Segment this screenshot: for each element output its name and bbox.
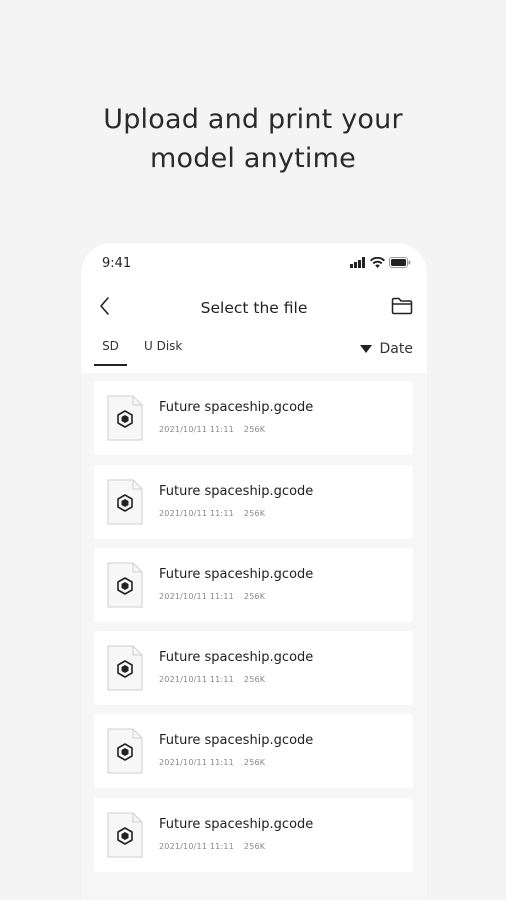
file-name: Future spaceship.gcode — [159, 567, 314, 582]
file-size: 256K — [243, 425, 266, 434]
file-list-item[interactable]: Future spaceship.gcode 2021/10/11 11:11 25… — [94, 714, 413, 788]
gcode-file-icon — [107, 395, 143, 441]
file-list-item[interactable]: Future spaceship.gcode 2021/10/11 11:11 25… — [94, 548, 413, 622]
file-meta: 2021/10/11 11:11 256K — [159, 425, 275, 434]
tab-u-disk-label: U Disk — [144, 339, 183, 353]
file-meta: 2021/10/11 11:11 256K — [159, 675, 275, 684]
file-meta: 2021/10/11 11:11 256K — [159, 592, 275, 601]
file-size: 256K — [243, 592, 266, 601]
battery-icon — [389, 257, 411, 268]
phone-mockup: 9:41 Select the file SD U Disk Date Futu… — [81, 243, 427, 900]
file-name: Future spaceship.gcode — [159, 400, 314, 415]
page-title: Select the file — [200, 299, 308, 317]
file-list-item[interactable]: Future spaceship.gcode 2021/10/11 11:11 25… — [94, 631, 413, 705]
tab-active-indicator — [94, 364, 127, 366]
promo-headline: Upload and print your model anytime — [0, 100, 506, 178]
nav-bar: Select the file — [81, 291, 427, 325]
gcode-file-icon — [107, 812, 143, 858]
status-icons — [350, 257, 411, 268]
wifi-icon — [370, 257, 385, 268]
file-size: 256K — [243, 675, 266, 684]
file-date: 2021/10/11 11:11 — [159, 842, 234, 851]
gcode-file-icon — [107, 479, 143, 525]
file-size: 256K — [243, 509, 266, 518]
file-meta: 2021/10/11 11:11 256K — [159, 758, 275, 767]
file-name: Future spaceship.gcode — [159, 650, 314, 665]
file-date: 2021/10/11 11:11 — [159, 675, 234, 684]
file-name: Future spaceship.gcode — [159, 733, 314, 748]
status-time: 9:41 — [102, 256, 132, 271]
tab-sd-label: SD — [102, 339, 119, 353]
storage-tabs: SD U Disk Date — [81, 335, 427, 371]
file-date: 2021/10/11 11:11 — [159, 425, 234, 434]
gcode-file-icon — [107, 562, 143, 608]
headline-line-1: Upload and print your — [103, 104, 403, 135]
file-size: 256K — [243, 758, 266, 767]
tab-sd[interactable]: SD — [94, 339, 127, 366]
file-list-item[interactable]: Future spaceship.gcode 2021/10/11 11:11 25… — [94, 465, 413, 539]
tab-u-disk[interactable]: U Disk — [144, 339, 182, 363]
file-meta: 2021/10/11 11:11 256K — [159, 842, 275, 851]
gcode-file-icon — [107, 645, 143, 691]
file-name: Future spaceship.gcode — [159, 817, 314, 832]
file-size: 256K — [243, 842, 266, 851]
file-date: 2021/10/11 11:11 — [159, 592, 234, 601]
file-date: 2021/10/11 11:11 — [159, 509, 234, 518]
sort-dropdown[interactable]: Date — [359, 341, 413, 357]
file-list-item[interactable]: Future spaceship.gcode 2021/10/11 11:11 25… — [94, 381, 413, 455]
file-date: 2021/10/11 11:11 — [159, 758, 234, 767]
file-name: Future spaceship.gcode — [159, 484, 314, 499]
sort-label: Date — [379, 341, 413, 357]
file-list: Future spaceship.gcode 2021/10/11 11:11 25… — [81, 373, 427, 900]
gcode-file-icon — [107, 728, 143, 774]
status-bar: 9:41 — [81, 243, 427, 287]
signal-icon — [350, 257, 365, 268]
headline-line-2: model anytime — [150, 143, 356, 174]
file-meta: 2021/10/11 11:11 256K — [159, 509, 275, 518]
folder-icon[interactable] — [391, 297, 413, 315]
triangle-down-icon — [359, 345, 372, 353]
file-list-item[interactable]: Future spaceship.gcode 2021/10/11 11:11 25… — [94, 798, 413, 872]
